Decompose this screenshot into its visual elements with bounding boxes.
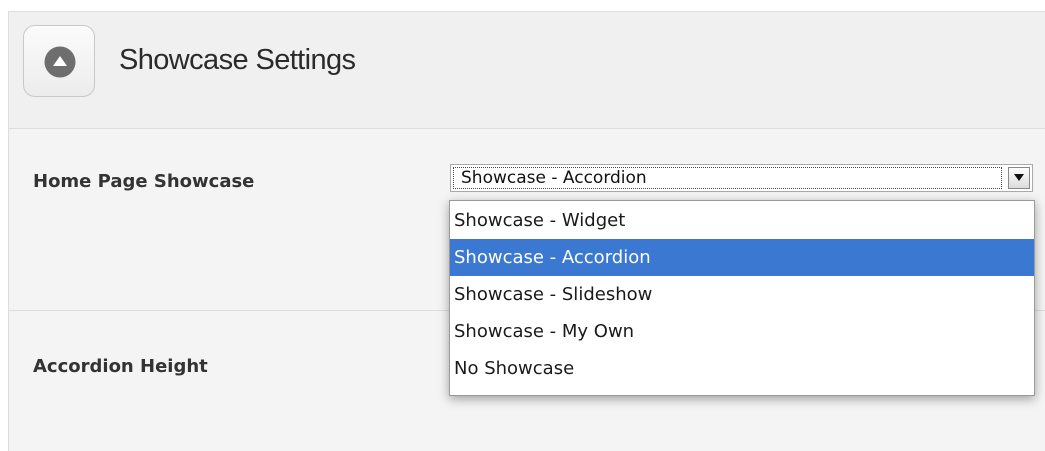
dropdown-arrow-button[interactable]: [1008, 167, 1030, 189]
chevron-down-icon: [1014, 174, 1024, 181]
option-showcase-slideshow[interactable]: Showcase - Slideshow: [450, 276, 1034, 313]
collapse-up-icon: [44, 46, 76, 78]
accordion-height-label: Accordion Height: [33, 356, 208, 377]
home-page-showcase-label: Home Page Showcase: [33, 171, 255, 192]
option-showcase-widget[interactable]: Showcase - Widget: [450, 202, 1034, 239]
home-page-showcase-select[interactable]: Showcase - Accordion: [450, 164, 1033, 192]
option-no-showcase[interactable]: No Showcase: [450, 350, 1034, 387]
option-showcase-accordion[interactable]: Showcase - Accordion: [450, 239, 1034, 276]
showcase-dropdown-list: Showcase - Widget Showcase - Accordion S…: [449, 200, 1035, 396]
select-current-value: Showcase - Accordion: [461, 168, 647, 188]
collapse-toggle-button[interactable]: [23, 25, 95, 97]
option-showcase-my-own[interactable]: Showcase - My Own: [450, 313, 1034, 350]
panel-title: Showcase Settings: [119, 44, 356, 76]
panel-header: Showcase Settings: [9, 12, 1045, 129]
